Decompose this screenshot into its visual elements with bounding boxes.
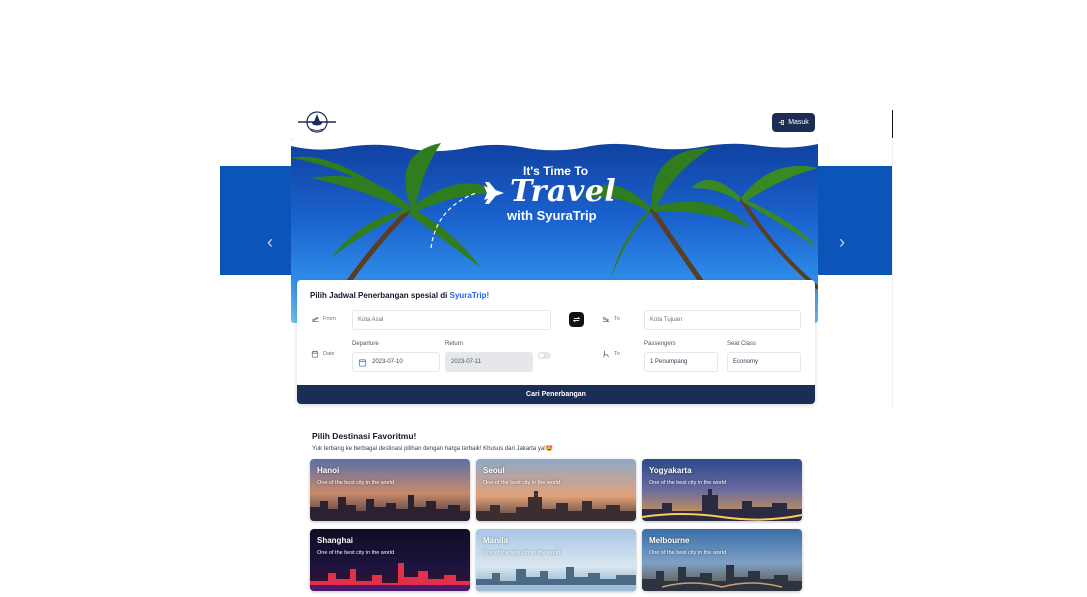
airline-logo[interactable] [296,108,338,136]
return-label: Return [445,341,464,347]
login-icon [778,120,785,125]
departure-date-value: 2023-07-10 [372,359,403,365]
city-skyline-image [476,567,636,591]
destination-card-hanoi[interactable]: Hanoi One of the best city in the world [310,459,470,521]
to-label-text: To [614,316,620,322]
destination-card-melbourne[interactable]: Melbourne One of the best city in the wo… [642,529,802,591]
to-placeholder: Kota Tujuan [650,317,683,323]
destinations-title: Pilih Destinasi Favoritmu! [312,431,417,441]
passenger-label-text: To [614,351,620,357]
city-skyline-image [476,491,636,521]
destination-name: Shanghai [317,536,354,545]
city-skyline-image [310,563,470,591]
to-label: To [602,315,620,323]
from-label-text: From [323,316,336,322]
destination-desc: One of the best city in the world [483,550,561,556]
city-skyline-image [642,565,802,591]
hero-line3: with SyuraTrip [507,208,597,223]
seat-class-value: Economy [733,359,759,365]
destination-card-yogyakarta[interactable]: Yogyakarta One of the best city in the w… [642,459,802,521]
from-input[interactable]: Kota Asal [352,310,551,330]
calendar-icon [311,350,319,358]
destination-name: Seoul [483,466,505,475]
from-label: From [311,315,336,323]
search-flights-button[interactable]: Cari Penerbangan [297,385,815,404]
destination-card-shanghai[interactable]: Shanghai One of the best city in the wor… [310,529,470,591]
vertical-divider [892,110,893,138]
passengers-value: 1 Penumpang [650,359,688,365]
destination-name: Melbourne [649,536,690,545]
search-heading: Pilih Jadwal Penerbangan spesial di Syur… [310,291,489,300]
brand-link: SyuraTrip! [449,291,490,300]
destination-card-manila[interactable]: Manila One of the best city in the world [476,529,636,591]
hero-line2: Travel [510,174,617,209]
calendar-icon [358,358,367,367]
passenger-label: To [602,350,620,358]
login-button[interactable]: Masuk [772,113,815,132]
destination-desc: One of the best city in the world [317,480,395,486]
date-label: Date [311,350,335,358]
passengers-select[interactable]: 1 Penumpang [644,352,718,372]
seat-class-label: Seat Class [727,341,757,347]
destination-desc: One of the best city in the world [649,480,727,486]
plane-takeoff-icon [311,317,319,322]
carousel-prev-chevron-icon[interactable]: ‹ [259,229,281,255]
login-label: Masuk [788,119,809,126]
destinations-subtitle: Yuk terbang ke berbagai destinasi piliha… [312,446,554,452]
plane-landing-icon [602,316,610,322]
destination-desc: One of the best city in the world [649,550,727,556]
city-skyline-image [310,495,470,521]
departure-date-input[interactable]: 2023-07-10 [352,352,440,372]
vertical-divider [892,140,893,410]
seat-icon [603,350,609,358]
city-skyline-image [642,489,802,521]
to-input[interactable]: Kota Tujuan [644,310,801,330]
swap-route-button[interactable] [569,312,584,327]
destination-name: Yogyakarta [649,466,692,475]
date-label-text: Date [323,351,335,357]
swap-arrows-icon [572,316,581,323]
carousel-next-chevron-icon[interactable]: › [831,229,853,255]
from-placeholder: Kota Asal [358,317,384,323]
search-flights-label: Cari Penerbangan [526,391,586,398]
return-date-value: 2023-07-11 [451,359,482,365]
destination-name: Hanoi [317,466,340,475]
departure-label: Departure [352,341,379,347]
flight-search-form: Pilih Jadwal Penerbangan spesial di Syur… [297,280,815,404]
return-date-input[interactable]: 2023-07-11 [445,352,533,372]
destination-name: Manila [483,536,508,545]
seat-class-select[interactable]: Economy [727,352,801,372]
round-trip-toggle[interactable] [538,352,551,359]
passengers-label: Passengers [644,341,676,347]
destination-card-seoul[interactable]: Seoul One of the best city in the world [476,459,636,521]
search-heading-text: Pilih Jadwal Penerbangan spesial di [310,291,450,300]
destination-desc: One of the best city in the world [483,480,561,486]
destination-desc: One of the best city in the world [317,550,395,556]
